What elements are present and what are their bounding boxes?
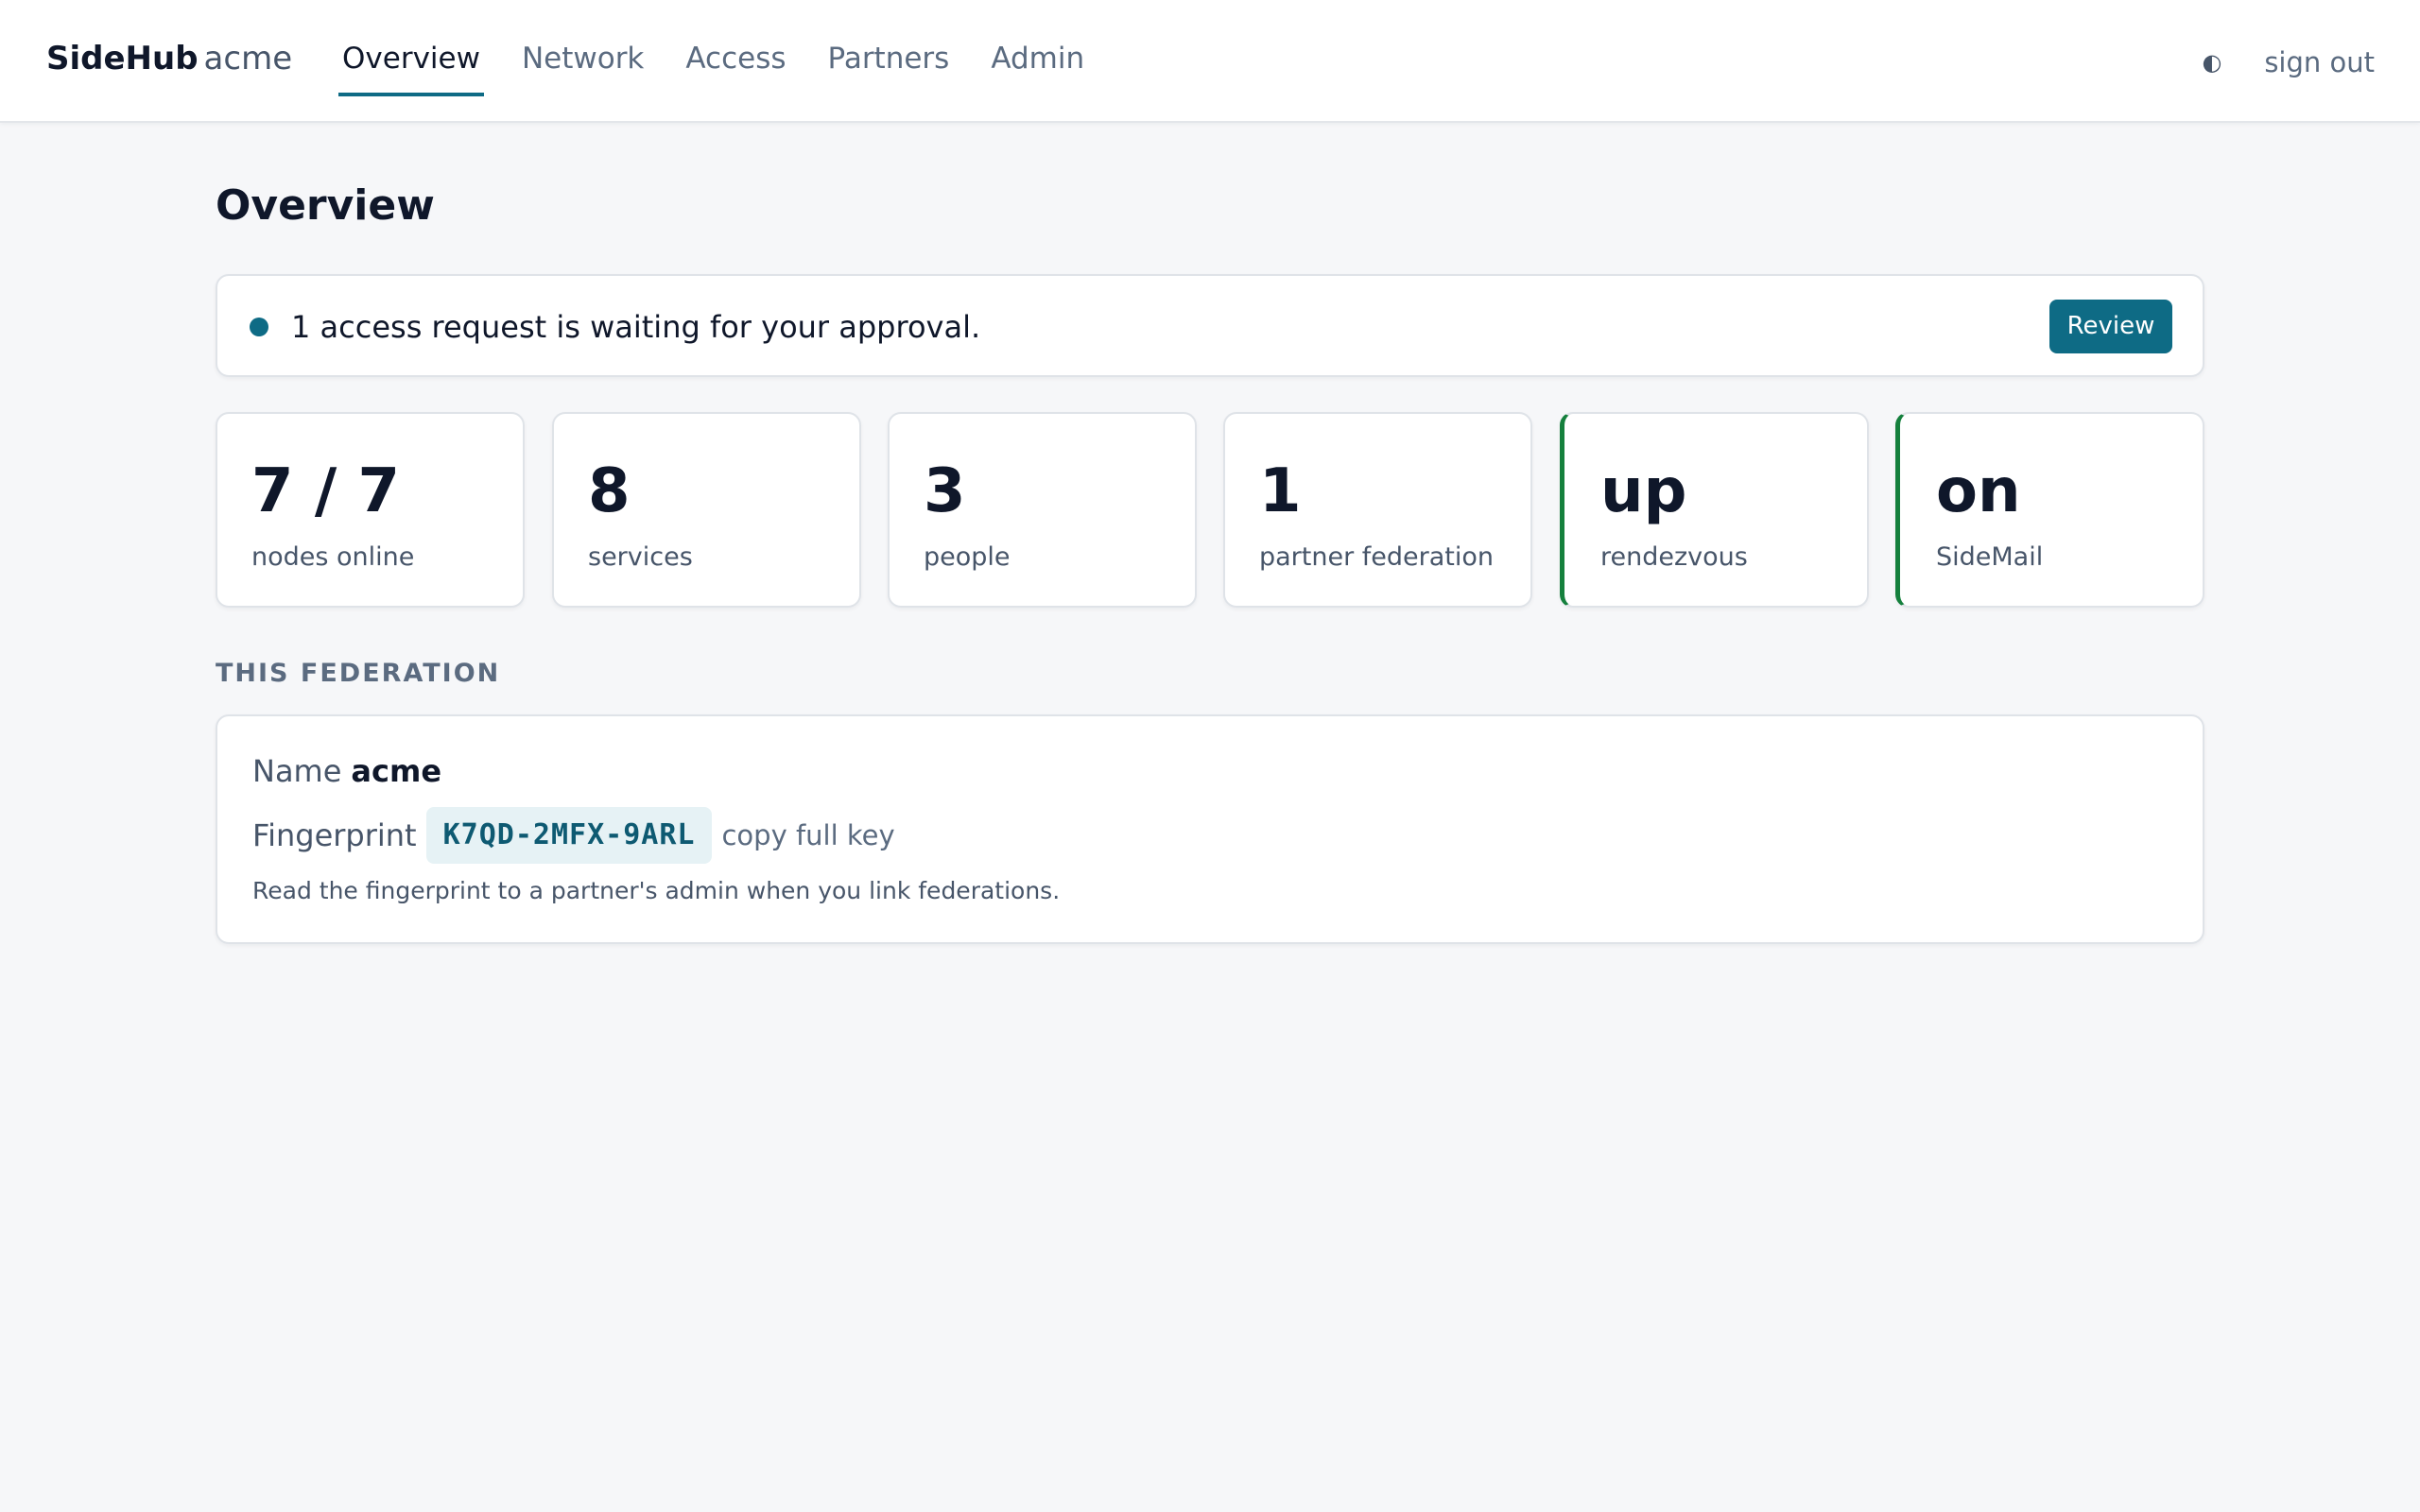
approval-notice: 1 access request is waiting for your app… — [216, 274, 2204, 377]
stat-card-services: 8 services — [552, 412, 861, 608]
stat-label: rendezvous — [1600, 542, 1748, 572]
stat-card-people: 3 people — [888, 412, 1197, 608]
stat-value: on — [1936, 456, 2021, 526]
copy-full-key-link[interactable]: copy full key — [721, 819, 894, 851]
stat-label: nodes online — [251, 542, 415, 572]
stat-value: 1 — [1259, 456, 1302, 526]
stat-card-nodes: 7 / 7 nodes online — [216, 412, 525, 608]
top-bar: SideHub acme Overview Network Access Part… — [0, 0, 2420, 123]
tab-admin[interactable]: Admin — [987, 38, 1088, 96]
brand[interactable]: SideHub acme — [46, 38, 292, 79]
stat-label: partner federation — [1259, 542, 1495, 572]
sign-out-link[interactable]: sign out — [2264, 42, 2375, 83]
stat-value: 8 — [588, 456, 631, 526]
stat-card-rendezvous: up rendezvous — [1560, 412, 1869, 608]
fingerprint-value[interactable]: K7QD-2MFX-9ARL — [425, 807, 713, 864]
stat-label: services — [588, 542, 693, 572]
stat-card-sidemail: on SideMail — [1895, 412, 2204, 608]
notice-text: 1 access request is waiting for your app… — [291, 309, 981, 345]
stat-label: SideMail — [1936, 542, 2044, 572]
stat-value: 3 — [924, 456, 966, 526]
federation-name-row: Name acme — [252, 750, 441, 792]
fingerprint-label: Fingerprint — [252, 817, 417, 853]
theme-toggle-icon[interactable]: ◐ — [2199, 49, 2225, 76]
tab-access[interactable]: Access — [682, 38, 789, 96]
notice-dot-icon — [250, 318, 268, 336]
page-title: Overview — [216, 181, 435, 230]
tab-network[interactable]: Network — [518, 38, 648, 96]
fingerprint-row: Fingerprint K7QD-2MFX-9ARL copy full key — [252, 807, 895, 864]
stat-value: up — [1600, 456, 1687, 526]
section-heading-federation: THIS FEDERATION — [216, 659, 501, 688]
fingerprint-hint: Read the fingerprint to a partner's admi… — [252, 877, 1061, 904]
name-label: Name — [252, 753, 342, 789]
brand-name: SideHub — [46, 40, 199, 77]
review-button[interactable]: Review — [2049, 300, 2172, 353]
org-name: acme — [203, 40, 293, 77]
stat-value: 7 / 7 — [251, 456, 400, 526]
main-nav: Overview Network Access Partners Admin — [338, 38, 1122, 96]
federation-card: Name acme Fingerprint K7QD-2MFX-9ARL cop… — [216, 714, 2204, 944]
federation-name: acme — [351, 753, 442, 789]
stat-label: people — [924, 542, 1011, 572]
tab-overview[interactable]: Overview — [338, 38, 484, 96]
stat-card-partner-federation: 1 partner federation — [1223, 412, 1532, 608]
tab-partners[interactable]: Partners — [824, 38, 954, 96]
